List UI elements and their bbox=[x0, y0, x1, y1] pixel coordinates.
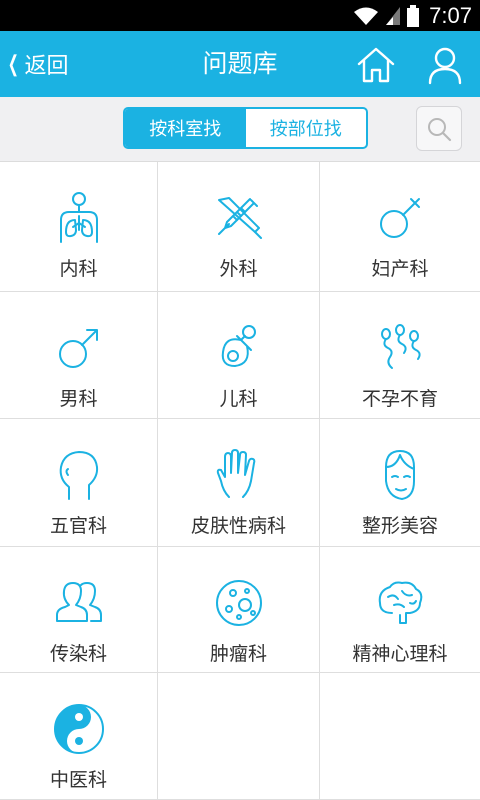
empty-grid-cell bbox=[320, 673, 480, 800]
scalpel-syringe-icon bbox=[211, 190, 267, 246]
department-label: 内科 bbox=[59, 258, 98, 280]
yin-yang-icon bbox=[51, 701, 107, 757]
status-bar: 7:07 bbox=[0, 0, 480, 31]
cell-icon bbox=[211, 575, 267, 631]
department-cell-11[interactable]: 肿瘤科 bbox=[158, 547, 320, 673]
female-symbol-icon bbox=[372, 190, 428, 246]
department-cell-1[interactable]: 内科 bbox=[0, 162, 158, 292]
lungs-icon bbox=[51, 190, 107, 246]
department-label: 儿科 bbox=[219, 388, 258, 410]
department-cell-9[interactable]: 整形美容 bbox=[320, 419, 480, 547]
back-button[interactable]: ❮ 返回 bbox=[4, 31, 69, 97]
search-button[interactable] bbox=[416, 106, 462, 151]
back-label: 返回 bbox=[24, 54, 69, 79]
user-icon[interactable] bbox=[424, 44, 466, 86]
wifi-icon bbox=[354, 7, 379, 25]
department-label: 外科 bbox=[219, 258, 258, 280]
department-label: 皮肤性病科 bbox=[190, 515, 286, 537]
department-cell-5[interactable]: 儿科 bbox=[158, 292, 320, 419]
hand-icon bbox=[211, 447, 267, 503]
department-cell-12[interactable]: 精神心理科 bbox=[320, 547, 480, 673]
male-symbol-icon bbox=[51, 320, 107, 376]
empty-grid-cell bbox=[158, 673, 320, 800]
department-cell-13[interactable]: 中医科 bbox=[0, 673, 158, 800]
department-cell-4[interactable]: 男科 bbox=[0, 292, 158, 419]
department-label: 整形美容 bbox=[361, 515, 438, 537]
department-cell-8[interactable]: 皮肤性病科 bbox=[158, 419, 320, 547]
people-icon bbox=[51, 575, 107, 631]
status-icons: 7:07 bbox=[353, 0, 472, 31]
department-grid: 内科 外科 妇产科男科 儿科 不孕不育五官科 皮肤性病科 整形美容传染科 肿瘤科 精神心理科中医… bbox=[0, 162, 480, 800]
home-icon[interactable] bbox=[355, 44, 397, 86]
chevron-left-icon: ❮ bbox=[7, 51, 19, 77]
department-label: 肿瘤科 bbox=[209, 643, 267, 665]
battery-icon bbox=[407, 4, 420, 27]
brain-icon bbox=[372, 575, 428, 631]
tab-by-department[interactable]: 按科室找 bbox=[125, 109, 246, 147]
nav-bar: ❮ 返回 问题库 bbox=[0, 31, 480, 97]
filter-toolbar: 按科室找 按部位找 bbox=[0, 97, 480, 162]
search-icon bbox=[428, 117, 452, 141]
tab-by-body-part[interactable]: 按部位找 bbox=[246, 109, 367, 147]
department-label: 五官科 bbox=[49, 515, 107, 537]
signal-icon bbox=[386, 6, 401, 25]
department-cell-7[interactable]: 五官科 bbox=[0, 419, 158, 547]
department-cell-3[interactable]: 妇产科 bbox=[320, 162, 480, 292]
department-cell-10[interactable]: 传染科 bbox=[0, 547, 158, 673]
department-cell-6[interactable]: 不孕不育 bbox=[320, 292, 480, 419]
department-cell-2[interactable]: 外科 bbox=[158, 162, 320, 292]
page-title: 问题库 bbox=[202, 49, 278, 78]
department-label: 传染科 bbox=[49, 643, 107, 665]
face-icon bbox=[372, 447, 428, 503]
department-label: 妇产科 bbox=[371, 258, 429, 280]
pacifier-icon bbox=[211, 320, 267, 376]
department-label: 不孕不育 bbox=[361, 388, 438, 410]
department-label: 精神心理科 bbox=[352, 643, 448, 665]
head-profile-icon bbox=[51, 447, 107, 503]
department-label: 男科 bbox=[59, 388, 98, 410]
search-mode-segmented-control: 按科室找 按部位找 bbox=[123, 107, 368, 149]
department-label: 中医科 bbox=[49, 769, 107, 791]
status-time: 7:07 bbox=[429, 2, 472, 28]
sperm-icon bbox=[372, 320, 428, 376]
